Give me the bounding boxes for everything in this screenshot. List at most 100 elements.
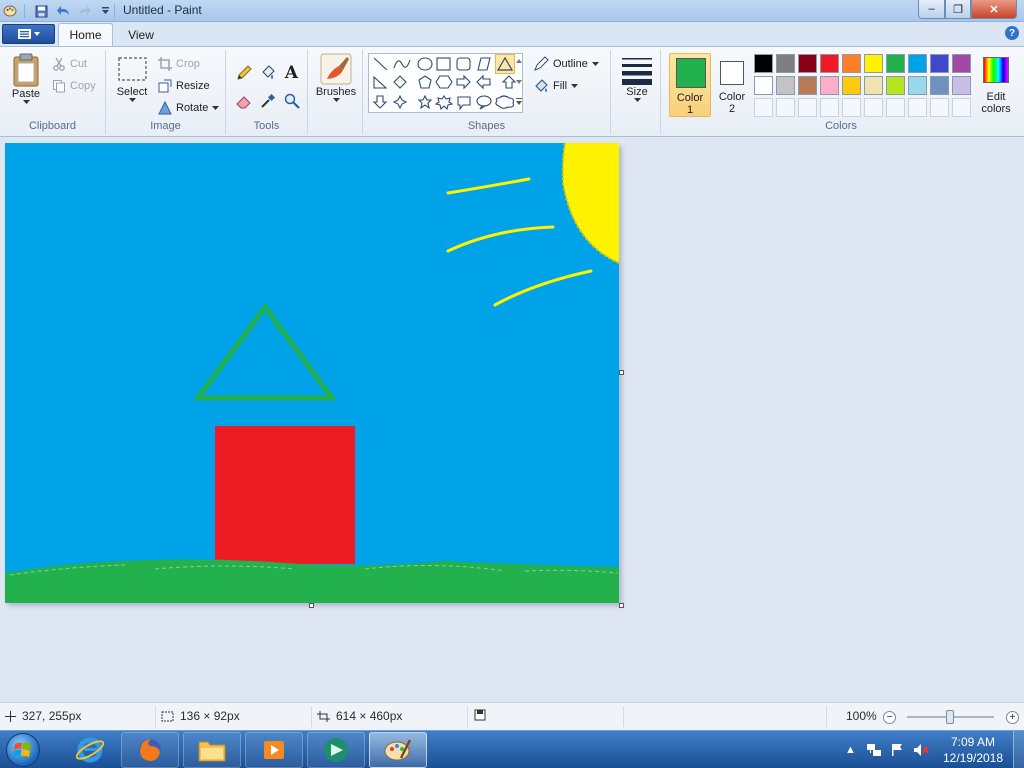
tab-home[interactable]: Home [58,23,113,46]
palette-custom-slot[interactable] [820,98,839,117]
taskbar-paint[interactable] [369,732,427,768]
select-dropdown-icon [128,98,136,102]
taskbar-firefox[interactable] [121,732,179,768]
magnifier-icon[interactable] [281,90,302,111]
crop-button[interactable]: Crop [158,54,200,74]
chevron-up-icon: ▲ [845,744,856,756]
tab-view[interactable]: View [117,23,165,46]
resize-icon [158,79,172,93]
restore-icon: ❐ [953,3,963,16]
palette-swatch[interactable] [776,54,795,73]
close-button[interactable]: ✕ [971,0,1017,19]
zoom-out-button[interactable]: − [883,711,896,724]
palette-swatch[interactable] [820,54,839,73]
palette-swatch[interactable] [798,54,817,73]
palette-swatch[interactable] [952,54,971,73]
taskbar-file-explorer[interactable] [183,732,241,768]
fill-button[interactable]: Fill [533,76,579,96]
palette-custom-slot[interactable] [908,98,927,117]
edit-colors-button[interactable]: Edit colors [975,53,1017,117]
palette-swatch[interactable] [908,76,927,95]
palette-swatch[interactable] [952,76,971,95]
status-bar: 327, 255px 136 × 92px 614 × 460px 100% −… [0,702,1024,730]
tray-network[interactable] [866,731,882,768]
selection-size: 136 × 92px [161,709,240,723]
canvas-resize-handle-bottom[interactable] [309,603,314,608]
palette-swatch[interactable] [864,54,883,73]
eraser-icon[interactable] [233,90,254,111]
flag-icon [892,744,902,756]
cut-button[interactable]: Cut [52,54,87,74]
paste-label: Paste [11,88,41,100]
palette-custom-slot[interactable] [864,98,883,117]
palette-custom-slot[interactable] [798,98,817,117]
crosshair-icon [5,710,16,722]
color1-button[interactable]: Color 1 [669,53,711,117]
tray-show-hidden[interactable]: ▲ [845,731,856,768]
rotate-button[interactable]: Rotate [158,98,220,118]
size-group: Size [611,50,661,134]
outline-button[interactable]: Outline [533,54,599,74]
palette-swatch[interactable] [886,76,905,95]
tray-volume[interactable] [913,731,929,768]
palette-custom-slot[interactable] [952,98,971,117]
selection-size-text: 136 × 92px [180,709,240,723]
palette-custom-slot[interactable] [776,98,795,117]
resize-button[interactable]: Resize [158,76,210,96]
cursor-position: 327, 255px [5,709,81,723]
paste-button[interactable]: Paste [6,52,46,104]
maximize-button[interactable]: ❐ [945,0,971,19]
palette-swatch[interactable] [886,54,905,73]
brushes-group: Brushes [308,50,363,134]
color2-button[interactable]: Color 2 [711,53,753,117]
tray-action-center[interactable] [890,731,904,768]
clock-time: 7:09 AM [950,735,996,749]
pencil-icon[interactable] [233,62,254,83]
palette-custom-slot[interactable] [842,98,861,117]
copy-button[interactable]: Copy [52,76,96,96]
size-button[interactable]: Size [617,52,657,102]
select-label: Select [116,86,148,98]
palette-swatch[interactable] [930,54,949,73]
clock[interactable]: 7:09 AM 12/19/2018 [937,734,1009,766]
palette-swatch[interactable] [842,76,861,95]
text-tool-icon[interactable]: A [281,62,302,83]
start-button[interactable] [6,733,40,767]
file-menu-button[interactable] [2,24,55,44]
scissors-icon [53,57,65,71]
taskbar-internet-explorer[interactable] [61,732,119,768]
rotate-icon [158,101,172,115]
show-desktop-button[interactable] [1013,731,1024,768]
palette-swatch[interactable] [908,54,927,73]
minimize-button[interactable]: ‒ [918,0,945,19]
palette-swatch[interactable] [754,76,773,95]
help-icon[interactable]: ? [1005,26,1019,40]
palette-swatch[interactable] [754,54,773,73]
outline-icon [534,56,549,71]
palette-swatch[interactable] [842,54,861,73]
select-button[interactable]: Select [110,52,154,102]
palette-swatch[interactable] [776,76,795,95]
brushes-button[interactable]: Brushes [312,52,360,102]
rotate-label: Rotate [176,102,209,114]
color2-number: 2 [728,103,736,115]
canvas-resize-handle-corner[interactable] [619,603,624,608]
canvas-resize-handle-right[interactable] [619,370,624,375]
fill-bucket-icon[interactable] [257,62,278,83]
palette-swatch[interactable] [864,76,883,95]
taskbar-media-player[interactable] [245,732,303,768]
palette-swatch[interactable] [820,76,839,95]
zoom-in-button[interactable]: + [1006,711,1019,724]
drawing-canvas[interactable] [5,143,619,603]
file-size [474,709,486,721]
palette-swatch[interactable] [930,76,949,95]
triangle-shape-selected[interactable] [495,54,515,74]
palette-swatch[interactable] [798,76,817,95]
ribbon-tab-row: Home View ? [0,22,1024,46]
zoom-slider-thumb[interactable] [946,710,954,724]
taskbar-media-center[interactable] [307,732,365,768]
color-picker-icon[interactable] [257,90,278,111]
palette-custom-slot[interactable] [754,98,773,117]
palette-custom-slot[interactable] [886,98,905,117]
palette-custom-slot[interactable] [930,98,949,117]
